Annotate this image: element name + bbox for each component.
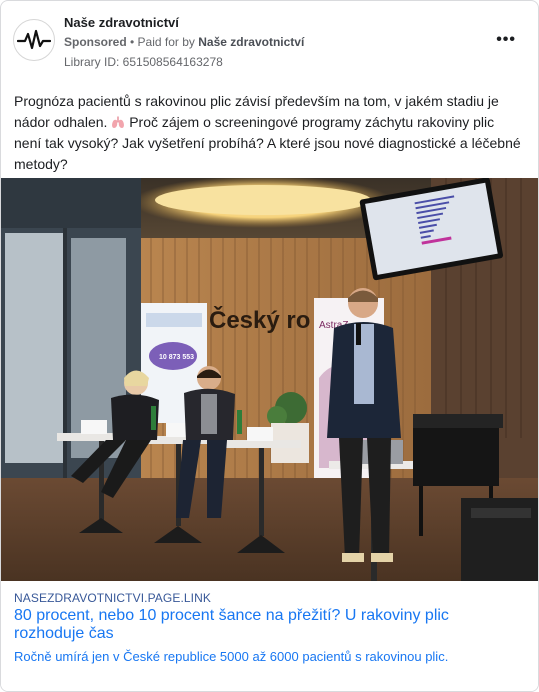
link-domain[interactable]: NASEZDRAVOTNICTVI.PAGE.LINK bbox=[14, 591, 211, 605]
post-photo[interactable]: Český ro 10 873 553 AstraZ bbox=[1, 178, 538, 581]
more-options-icon[interactable]: ••• bbox=[496, 31, 516, 49]
conference-photo: Český ro 10 873 553 AstraZ bbox=[1, 178, 538, 581]
page-name[interactable]: Naše zdravotnictví bbox=[64, 15, 179, 30]
link-description[interactable]: Ročně umírá jen v České republice 5000 a… bbox=[14, 649, 524, 664]
link-headline[interactable]: 80 procent, nebo 10 procent šance na pře… bbox=[14, 607, 519, 643]
paid-for-by-name[interactable]: Naše zdravotnictví bbox=[198, 35, 304, 49]
wall-sign-text: Český ro bbox=[209, 306, 310, 334]
sponsored-label: Sponsored bbox=[64, 35, 127, 49]
lungs-icon bbox=[112, 116, 125, 128]
post-header: Naše zdravotnictví Sponsored • Paid for … bbox=[13, 13, 526, 73]
link-preview[interactable]: NASEZDRAVOTNICTVI.PAGE.LINK 80 procent, … bbox=[1, 581, 538, 691]
ad-post-card: Naše zdravotnictví Sponsored • Paid for … bbox=[0, 0, 539, 692]
heartbeat-logo-icon bbox=[17, 29, 51, 50]
page-avatar[interactable] bbox=[13, 19, 55, 61]
library-id: Library ID: 651508564163278 bbox=[64, 55, 223, 69]
post-text: Prognóza pacientů s rakovinou plic závis… bbox=[14, 91, 524, 175]
banner-number-text: 10 873 553 bbox=[159, 354, 194, 361]
paid-for-by-label: Paid for by bbox=[137, 35, 195, 49]
post-meta: Sponsored • Paid for by Naše zdravotnict… bbox=[64, 35, 304, 49]
meta-separator: • bbox=[126, 35, 138, 49]
